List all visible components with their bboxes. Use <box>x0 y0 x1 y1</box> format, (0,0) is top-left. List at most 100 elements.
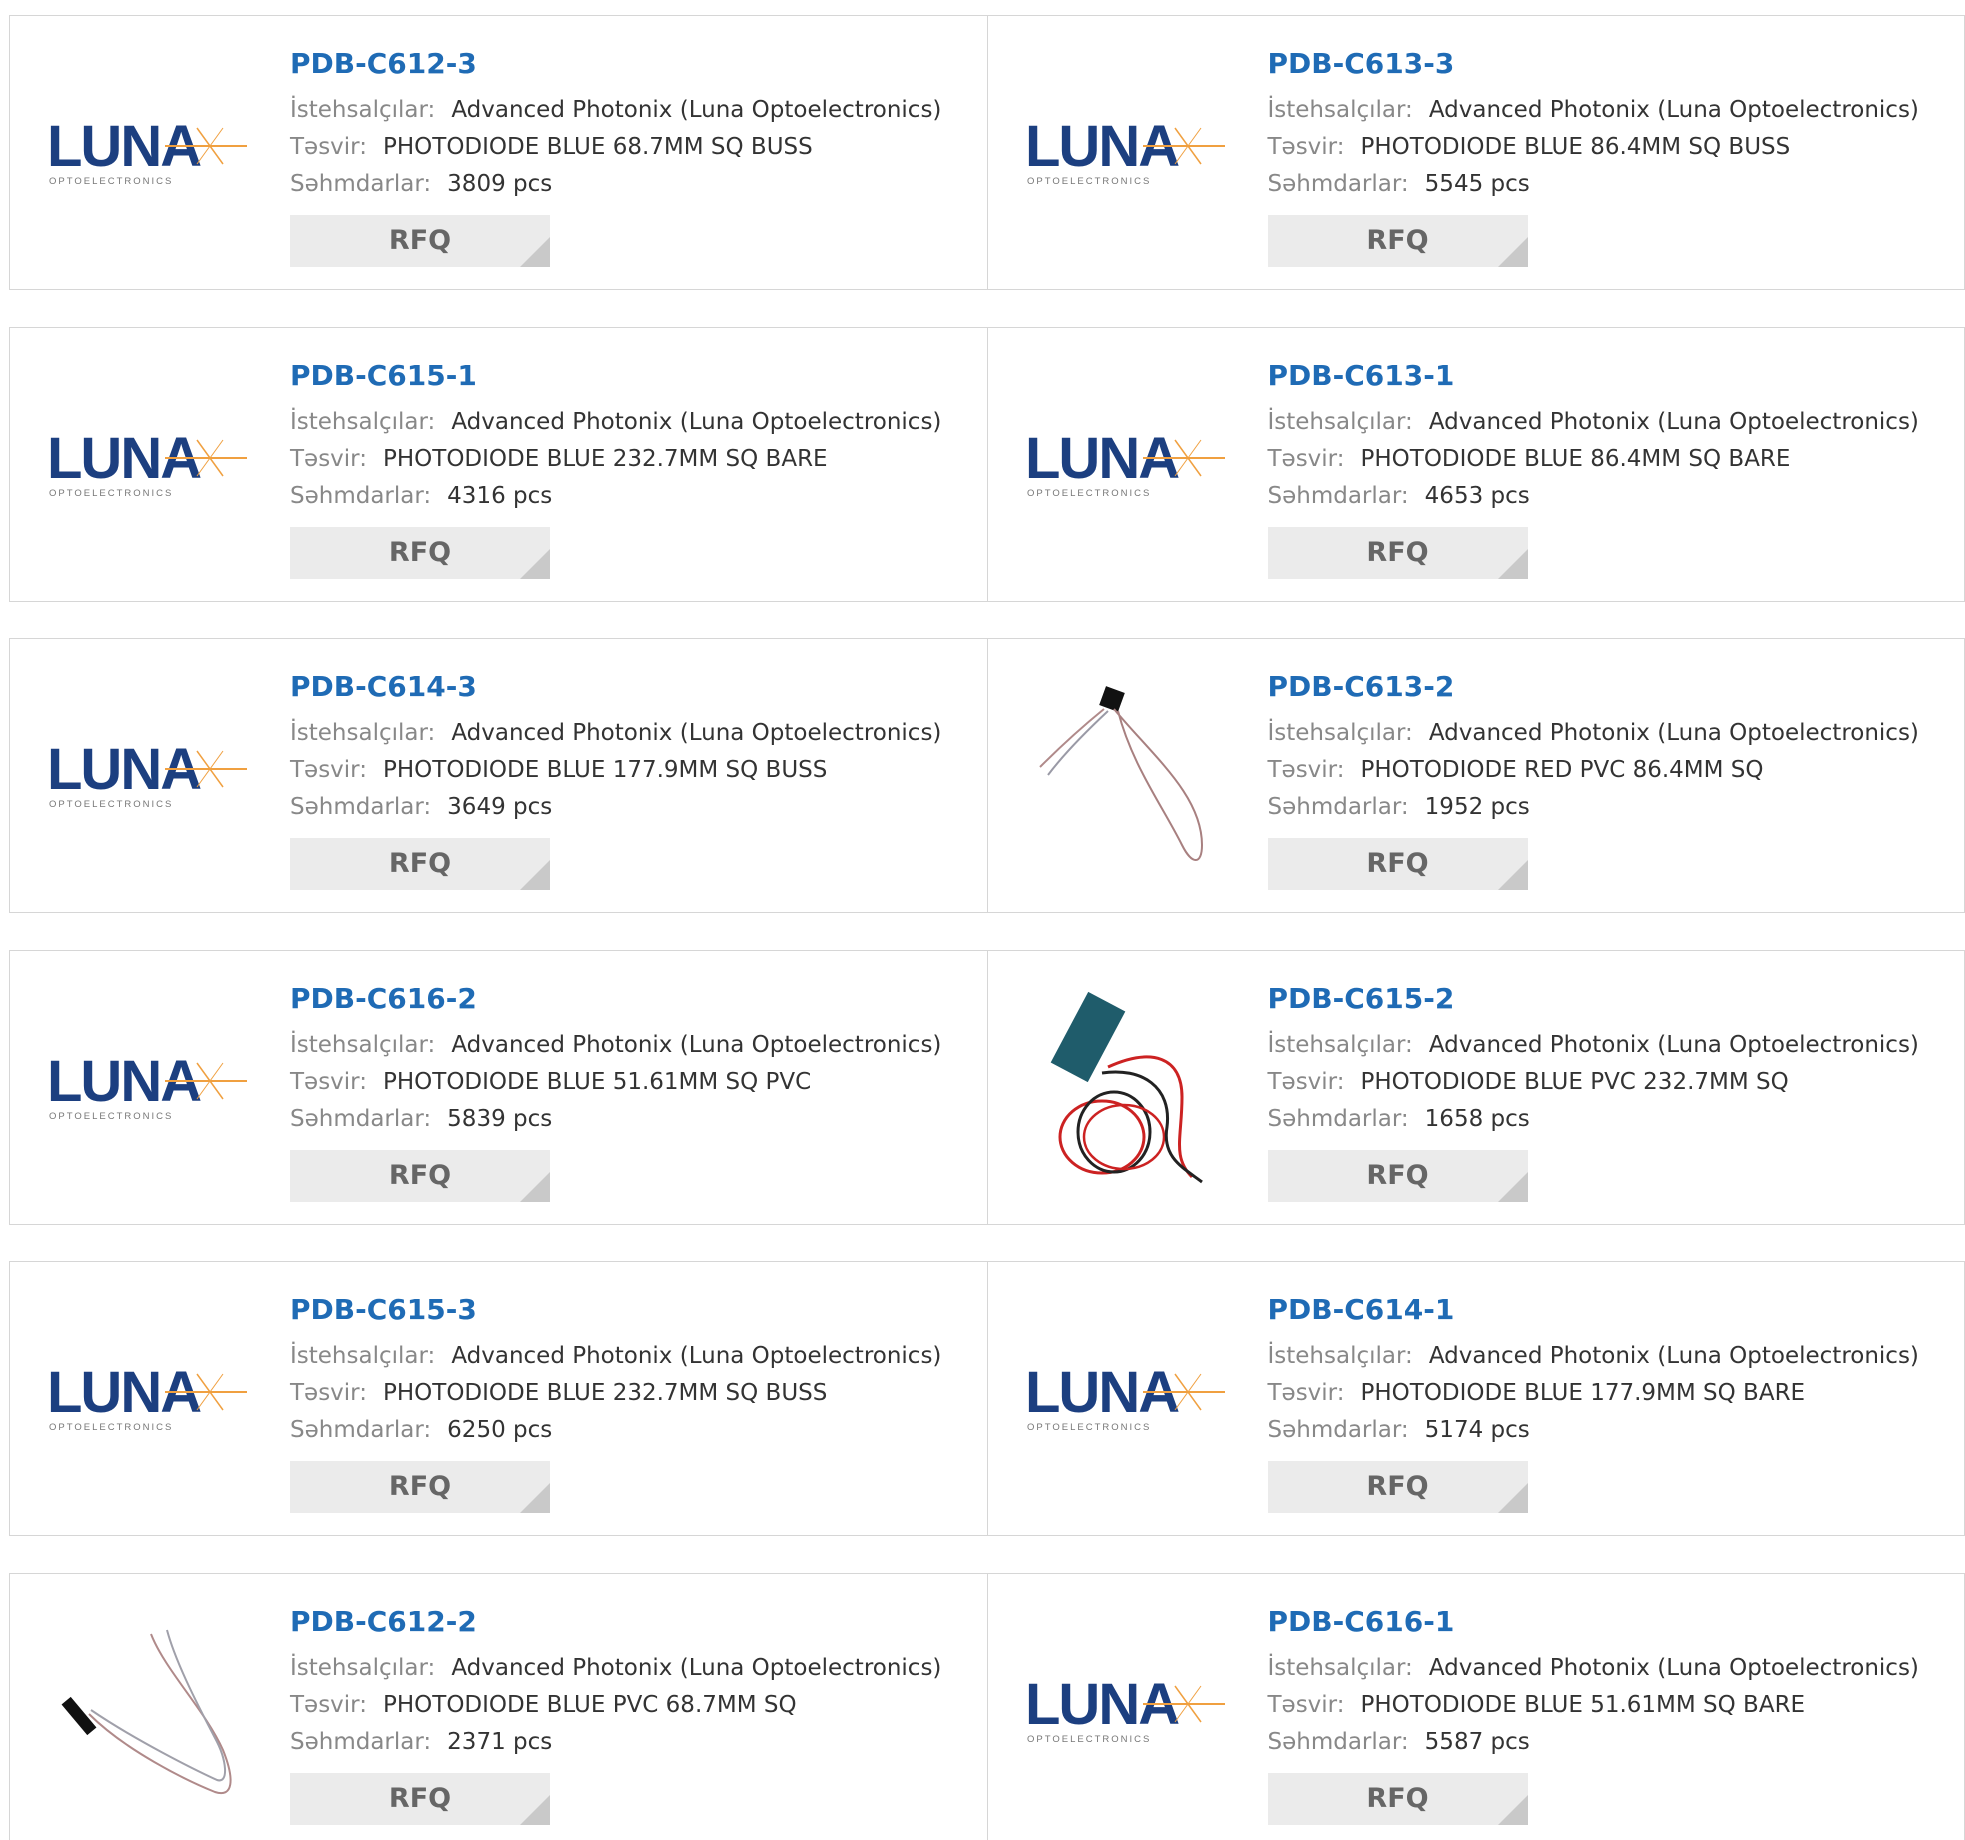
part-number-link[interactable]: PDB-C614-3 <box>290 669 977 705</box>
manufacturer-label: İstehsalçılar: <box>1267 1343 1413 1369</box>
product-info: PDB-C615-1 İstehsalçılar: Advanced Photoni… <box>290 358 977 579</box>
product-card: PDB-C613-2 İstehsalçılar: Advanced Photoni… <box>986 639 1965 912</box>
rfq-button[interactable]: RFQ <box>290 215 550 267</box>
rfq-button[interactable]: RFQ <box>290 1461 550 1513</box>
part-number-link[interactable]: PDB-C615-3 <box>290 1292 977 1328</box>
stock-value: 4316 pcs <box>447 483 553 509</box>
description-value: PHOTODIODE BLUE 86.4MM SQ BARE <box>1360 446 1791 472</box>
corner-triangle-icon <box>520 237 550 267</box>
manufacturer-line: İstehsalçılar: Advanced Photonix (Luna Op… <box>1268 1650 1955 1687</box>
manufacturer-line: İstehsalçılar: Advanced Photonix (Luna Op… <box>290 404 977 441</box>
corner-triangle-icon <box>1497 860 1528 890</box>
luna-logo[interactable]: LUNA OPTOELECTRONICS <box>1020 52 1235 252</box>
stock-value: 5839 pcs <box>447 1106 553 1132</box>
part-number-link[interactable]: PDB-C616-1 <box>1268 1604 1955 1640</box>
description-value: PHOTODIODE BLUE 177.9MM SQ BUSS <box>383 757 828 783</box>
stock-label: Səhmdarlar: <box>1267 1417 1409 1443</box>
corner-triangle-icon <box>520 860 550 890</box>
stock-value: 6250 pcs <box>447 1417 553 1443</box>
description-value: PHOTODIODE RED PVC 86.4MM SQ <box>1360 757 1764 783</box>
rfq-button[interactable]: RFQ <box>1267 527 1528 579</box>
luna-logo[interactable]: LUNA OPTOELECTRONICS <box>42 675 257 875</box>
description-line: Təsvir: PHOTODIODE BLUE 232.7MM SQ BARE <box>290 441 977 478</box>
stock-line: Səhmdarlar: 3809 pcs <box>290 166 977 203</box>
rfq-button[interactable]: RFQ <box>1267 838 1528 890</box>
part-number-link[interactable]: PDB-C612-2 <box>290 1604 977 1640</box>
manufacturer-value: Advanced Photonix (Luna Optoelectronics) <box>451 97 942 123</box>
corner-triangle-icon <box>520 549 550 579</box>
stock-line: Səhmdarlar: 4653 pcs <box>1268 478 1955 515</box>
description-line: Təsvir: PHOTODIODE BLUE 51.61MM SQ PVC <box>290 1064 977 1101</box>
stock-value: 3649 pcs <box>447 794 553 820</box>
product-image[interactable] <box>1020 987 1235 1187</box>
luna-logo[interactable]: LUNA OPTOELECTRONICS <box>42 1298 257 1498</box>
manufacturer-value: Advanced Photonix (Luna Optoelectronics) <box>1428 97 1919 123</box>
product-row: LUNA OPTOELECTRONICS PDB-C615-3 İstehsalçıl… <box>9 1261 1965 1536</box>
stock-label: Səhmdarlar: <box>290 794 432 820</box>
luna-logo[interactable]: LUNA OPTOELECTRONICS <box>42 364 257 564</box>
product-card: LUNA OPTOELECTRONICS PDB-C613-3 İstehsalçıl… <box>986 16 1965 289</box>
manufacturer-label: İstehsalçılar: <box>1267 1655 1413 1681</box>
rfq-label: RFQ <box>388 225 452 256</box>
luna-logo[interactable]: LUNA OPTOELECTRONICS <box>42 52 257 252</box>
svg-text:OPTOELECTRONICS: OPTOELECTRONICS <box>1027 488 1151 499</box>
product-card: LUNA OPTOELECTRONICS PDB-C613-1 İstehsalçıl… <box>986 328 1965 601</box>
corner-triangle-icon <box>1497 549 1528 579</box>
rfq-button[interactable]: RFQ <box>1267 1773 1528 1825</box>
product-card: PDB-C615-2 İstehsalçılar: Advanced Photoni… <box>986 951 1965 1224</box>
part-number-link[interactable]: PDB-C613-2 <box>1268 669 1955 705</box>
rfq-label: RFQ <box>1366 537 1429 568</box>
corner-triangle-icon <box>1497 1795 1528 1825</box>
rfq-button[interactable]: RFQ <box>1267 1150 1528 1202</box>
svg-text:OPTOELECTRONICS: OPTOELECTRONICS <box>49 176 173 187</box>
luna-logo[interactable]: LUNA OPTOELECTRONICS <box>42 987 257 1187</box>
product-info: PDB-C614-3 İstehsalçılar: Advanced Photoni… <box>290 669 977 890</box>
rfq-button[interactable]: RFQ <box>290 527 550 579</box>
product-info: PDB-C615-2 İstehsalçılar: Advanced Photoni… <box>1267 981 1955 1202</box>
luna-logo[interactable]: LUNA OPTOELECTRONICS <box>1020 364 1235 564</box>
description-line: Təsvir: PHOTODIODE BLUE 86.4MM SQ BUSS <box>1268 129 1955 166</box>
rfq-button[interactable]: RFQ <box>290 838 550 890</box>
stock-line: Səhmdarlar: 1658 pcs <box>1268 1101 1955 1138</box>
product-info: PDB-C614-1 İstehsalçılar: Advanced Photoni… <box>1267 1292 1955 1513</box>
description-value: PHOTODIODE BLUE 51.61MM SQ BARE <box>1360 1692 1806 1718</box>
rfq-button[interactable]: RFQ <box>1267 215 1528 267</box>
rfq-button[interactable]: RFQ <box>290 1150 550 1202</box>
manufacturer-line: İstehsalçılar: Advanced Photonix (Luna Op… <box>290 1650 977 1687</box>
rfq-button[interactable]: RFQ <box>290 1773 550 1825</box>
manufacturer-value: Advanced Photonix (Luna Optoelectronics) <box>1428 1343 1919 1369</box>
rfq-label: RFQ <box>1366 1160 1429 1191</box>
product-image[interactable] <box>42 1610 257 1810</box>
description-value: PHOTODIODE BLUE 177.9MM SQ BARE <box>1360 1380 1806 1406</box>
luna-logo[interactable]: LUNA OPTOELECTRONICS <box>1020 1298 1235 1498</box>
part-number-link[interactable]: PDB-C615-2 <box>1268 981 1955 1017</box>
product-card: LUNA OPTOELECTRONICS PDB-C616-2 İstehsalçıl… <box>10 951 987 1224</box>
manufacturer-line: İstehsalçılar: Advanced Photonix (Luna Op… <box>290 1027 977 1064</box>
rfq-button[interactable]: RFQ <box>1267 1461 1528 1513</box>
stock-value: 1952 pcs <box>1424 794 1530 820</box>
manufacturer-value: Advanced Photonix (Luna Optoelectronics) <box>1428 1655 1919 1681</box>
part-number-link[interactable]: PDB-C613-3 <box>1268 46 1955 82</box>
manufacturer-label: İstehsalçılar: <box>1267 97 1413 123</box>
product-info: PDB-C615-3 İstehsalçılar: Advanced Photoni… <box>290 1292 977 1513</box>
product-image[interactable] <box>1020 675 1235 875</box>
part-number-link[interactable]: PDB-C615-1 <box>290 358 977 394</box>
manufacturer-label: İstehsalçılar: <box>1267 1032 1413 1058</box>
svg-text:OPTOELECTRONICS: OPTOELECTRONICS <box>49 1422 173 1433</box>
part-number-link[interactable]: PDB-C616-2 <box>290 981 977 1017</box>
description-line: Təsvir: PHOTODIODE BLUE 51.61MM SQ BARE <box>1268 1687 1955 1724</box>
product-card: LUNA OPTOELECTRONICS PDB-C612-3 İstehsalçıl… <box>10 16 987 289</box>
part-number-link[interactable]: PDB-C614-1 <box>1268 1292 1955 1328</box>
manufacturer-line: İstehsalçılar: Advanced Photonix (Luna Op… <box>290 715 977 752</box>
luna-logo[interactable]: LUNA OPTOELECTRONICS <box>1020 1610 1235 1810</box>
description-label: Təsvir: <box>1267 1380 1345 1406</box>
product-row: LUNA OPTOELECTRONICS PDB-C615-1 İstehsalçıl… <box>9 327 1965 602</box>
description-label: Təsvir: <box>1267 1069 1345 1095</box>
manufacturer-label: İstehsalçılar: <box>1267 409 1413 435</box>
description-value: PHOTODIODE BLUE PVC 232.7MM SQ <box>1360 1069 1789 1095</box>
stock-label: Səhmdarlar: <box>290 1729 432 1755</box>
part-number-link[interactable]: PDB-C613-1 <box>1268 358 1955 394</box>
description-label: Təsvir: <box>1267 1692 1345 1718</box>
part-number-link[interactable]: PDB-C612-3 <box>290 46 977 82</box>
manufacturer-line: İstehsalçılar: Advanced Photonix (Luna Op… <box>1268 715 1955 752</box>
